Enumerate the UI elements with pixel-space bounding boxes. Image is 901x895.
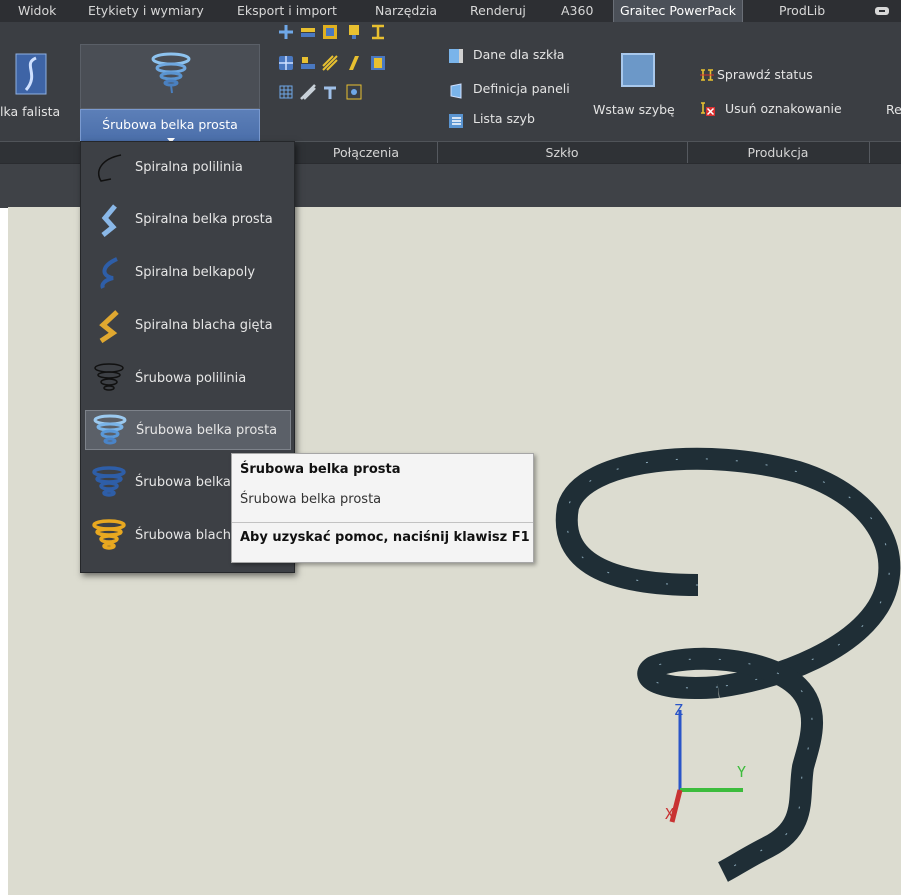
panel-separator: [869, 142, 870, 164]
ucs-x-label: X: [665, 805, 675, 823]
command-tooltip: Śrubowa belka prosta Śrubowa belka prost…: [231, 453, 534, 563]
grating-icon[interactable]: [278, 84, 294, 100]
menu-item-spiral-poly-beam[interactable]: Spiralna belkapoly: [85, 253, 291, 293]
glass-data-icon[interactable]: [448, 48, 464, 64]
panel-label-polaczenia[interactable]: Połączenia: [295, 142, 437, 164]
spiral-bent-plate-icon: [99, 310, 119, 343]
ribbon-panel-area: lka falista Śrubowa belka prosta Dane dl…: [0, 22, 901, 151]
panel-label-produkcja[interactable]: Produkcja: [687, 142, 869, 164]
remove-marking-icon[interactable]: [699, 101, 715, 117]
tab-etykiety-i-wymiary[interactable]: Etykiety i wymiary: [88, 0, 204, 22]
tab-eksport-i-import[interactable]: Eksport i import: [237, 0, 337, 22]
check-status-button[interactable]: Sprawdź status: [717, 67, 813, 82]
helical-straight-beam-split-button[interactable]: Śrubowa belka prosta: [80, 44, 260, 154]
remove-marking-button[interactable]: Usuń oznakowanie: [725, 101, 842, 116]
tooltip-divider: [232, 522, 533, 523]
panel-definition-button[interactable]: Definicja paneli: [473, 81, 570, 96]
helical-beam-large-icon: [151, 52, 191, 94]
wavy-beam-label[interactable]: lka falista: [0, 104, 60, 119]
tab-widok[interactable]: Widok: [18, 0, 56, 22]
bolt-group-icon[interactable]: [346, 24, 362, 40]
glass-data-button[interactable]: Dane dla szkła: [473, 47, 564, 62]
ucs-z-label: Z: [674, 701, 684, 719]
bracing-icon[interactable]: [300, 84, 316, 100]
tab-graitec-powerpack[interactable]: Graitec PowerPack: [613, 0, 743, 22]
tooltip-title: Śrubowa belka prosta: [240, 462, 401, 477]
tooltip-help-hint: Aby uzyskać pomoc, naciśnij klawisz F1: [240, 530, 530, 545]
i-beam-icon[interactable]: [370, 24, 386, 40]
base-plate-icon[interactable]: [322, 24, 338, 40]
ribbon-tab-bar: Widok Etykiety i wymiary Eksport i impor…: [0, 0, 901, 23]
splice-icon[interactable]: [278, 55, 294, 71]
spiral-poly-beam-icon: [100, 257, 118, 289]
menu-item-helical-polyline[interactable]: Śrubowa polilinia: [85, 359, 291, 399]
right-partial-button[interactable]: Re: [886, 102, 901, 117]
spiral-straight-beam-icon: [101, 204, 117, 237]
insert-glass-button[interactable]: Wstaw szybę: [593, 102, 675, 117]
helical-beam-icon: [92, 466, 126, 497]
tab-renderuj[interactable]: Renderuj: [470, 0, 526, 22]
tee-joint-icon[interactable]: [322, 84, 338, 100]
helical-polyline-icon: [94, 363, 124, 391]
wavy-beam-icon[interactable]: [14, 52, 48, 96]
tab-narzedzia[interactable]: Narzędzia: [375, 0, 437, 22]
helical-plate-icon: [92, 519, 126, 550]
helical-straight-beam-icon: [93, 414, 127, 445]
ucs-y-label: Y: [737, 763, 747, 781]
tooltip-description: Śrubowa belka prosta: [240, 492, 382, 507]
menu-item-helical-straight-beam[interactable]: Śrubowa belka prosta: [85, 410, 291, 450]
menu-item-spiral-bent-plate[interactable]: Spiralna blacha gięta: [85, 306, 291, 346]
end-plate-icon[interactable]: [300, 24, 316, 40]
glass-list-icon[interactable]: [448, 113, 464, 129]
menu-item-spiral-polyline[interactable]: Spiralna polilinia: [85, 148, 291, 188]
spiral-polyline-icon: [98, 154, 122, 182]
clip-angle-icon[interactable]: [300, 55, 316, 71]
panel-definition-icon[interactable]: [448, 83, 464, 99]
anchor-icon[interactable]: [346, 84, 362, 100]
insert-glass-icon[interactable]: [620, 52, 656, 88]
panel-label-szklo[interactable]: Szkło: [437, 142, 687, 164]
stiffener-icon[interactable]: [322, 55, 338, 71]
gusset-icon[interactable]: [346, 55, 362, 71]
tab-prodlib[interactable]: ProdLib: [779, 0, 825, 22]
helical-straight-beam-button-label: Śrubowa belka prosta: [102, 117, 238, 132]
ribbon-minimize-icon[interactable]: [874, 5, 890, 17]
column-plate-icon[interactable]: [370, 55, 386, 71]
menu-item-spiral-straight-beam[interactable]: Spiralna belka prosta: [85, 200, 291, 240]
glass-list-button[interactable]: Lista szyb: [473, 111, 535, 126]
helical-straight-beam-button-top[interactable]: [80, 44, 260, 109]
tab-a360[interactable]: A360: [561, 0, 593, 22]
cross-joint-icon[interactable]: [278, 24, 294, 40]
check-status-icon[interactable]: [699, 67, 715, 83]
